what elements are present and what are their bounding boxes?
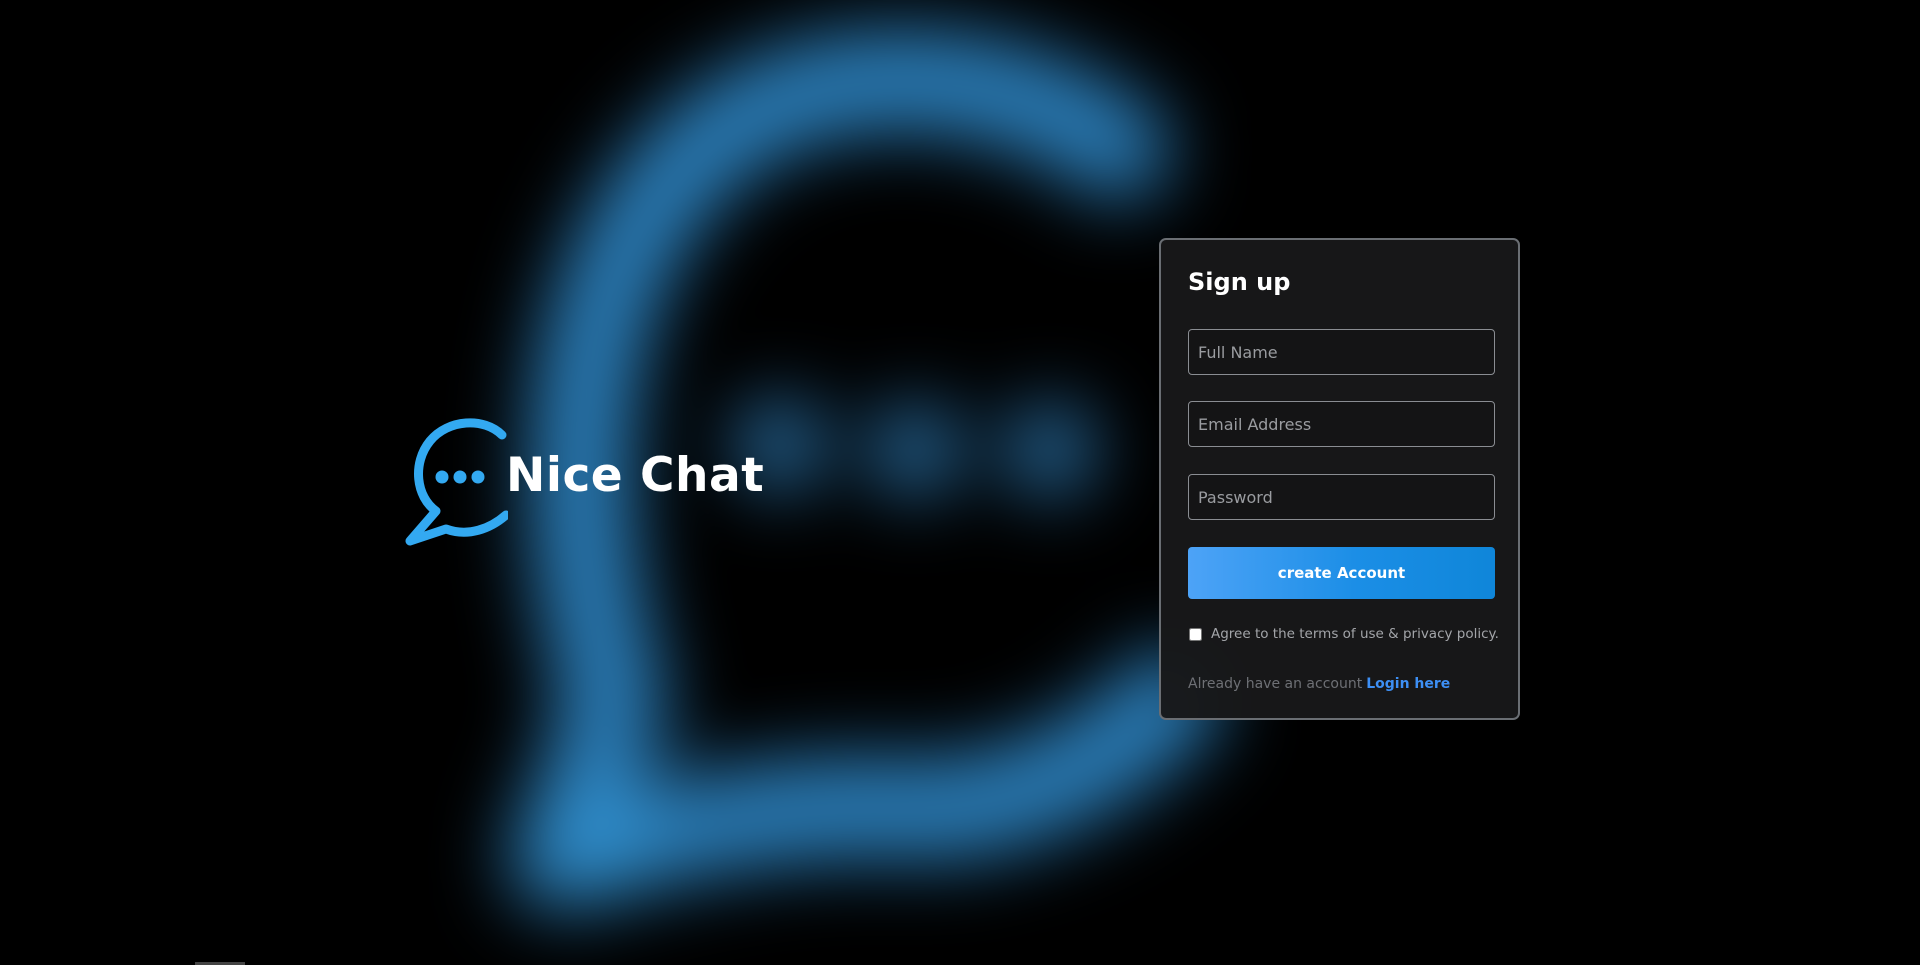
brand-name: Nice Chat: [506, 447, 765, 503]
login-prompt-row: Already have an account Login here: [1188, 676, 1450, 692]
password-input[interactable]: [1188, 474, 1495, 520]
login-prompt-text: Already have an account: [1188, 676, 1363, 692]
terms-checkbox[interactable]: [1189, 627, 1202, 641]
full-name-input[interactable]: [1188, 329, 1495, 375]
chat-bubble-dots-icon: [405, 418, 508, 546]
signup-card: Sign up create Account Agree to the term…: [1159, 238, 1520, 720]
signup-title: Sign up: [1188, 268, 1291, 296]
create-account-button[interactable]: create Account: [1188, 547, 1495, 599]
login-link[interactable]: Login here: [1366, 676, 1450, 692]
background-glow: [0, 0, 1920, 965]
terms-label: Agree to the terms of use & privacy poli…: [1211, 626, 1499, 642]
signup-page: Nice Chat Sign up create Account Agree t…: [0, 0, 1920, 965]
email-input[interactable]: [1188, 401, 1495, 447]
brand-logo: Nice Chat: [402, 413, 764, 549]
terms-agreement[interactable]: Agree to the terms of use & privacy poli…: [1188, 626, 1499, 642]
